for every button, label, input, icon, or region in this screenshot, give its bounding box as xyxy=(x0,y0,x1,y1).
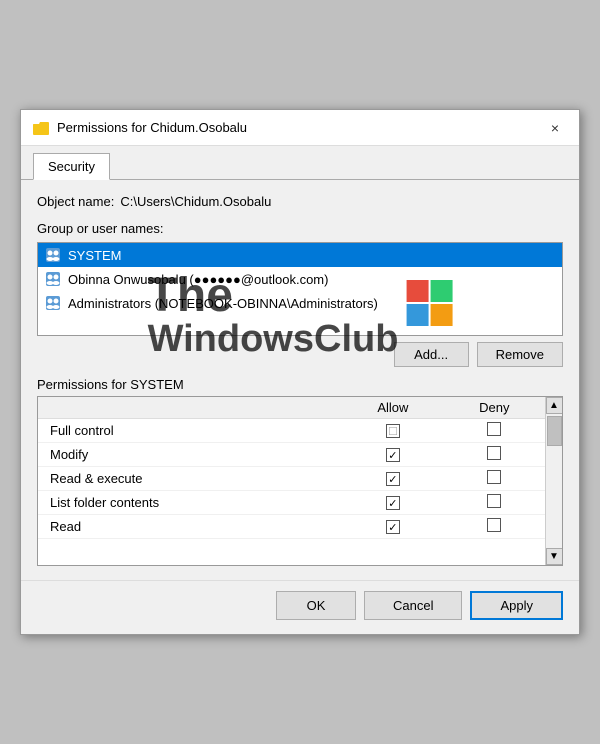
allow-cell[interactable] xyxy=(342,491,443,515)
user-list-buttons: Add... Remove xyxy=(37,342,563,367)
dialog-footer: OK Cancel Apply xyxy=(21,580,579,634)
permissions-section: Permissions for SYSTEM Allow Deny xyxy=(37,377,563,566)
deny-checkbox[interactable] xyxy=(487,446,501,460)
system-user-icon xyxy=(44,246,62,264)
deny-checkbox[interactable] xyxy=(487,494,501,508)
apply-button[interactable]: Apply xyxy=(470,591,563,620)
permissions-table: Allow Deny Full control xyxy=(38,397,545,539)
folder-icon xyxy=(33,120,49,136)
list-item[interactable]: Obinna Onwusobalu (●●●●●●@outlook.com) xyxy=(38,267,562,291)
permissions-table-inner: Allow Deny Full control xyxy=(38,397,545,565)
perm-name: List folder contents xyxy=(38,491,342,515)
deny-checkbox[interactable] xyxy=(487,470,501,484)
scroll-thumb[interactable] xyxy=(547,416,562,446)
add-button[interactable]: Add... xyxy=(394,342,469,367)
allow-cell[interactable] xyxy=(342,515,443,539)
perm-name: Read xyxy=(38,515,342,539)
tab-bar: Security xyxy=(21,146,579,180)
cancel-button[interactable]: Cancel xyxy=(364,591,462,620)
scroll-down-arrow[interactable]: ▼ xyxy=(546,548,563,565)
tab-security[interactable]: Security xyxy=(33,153,110,180)
scrollbar[interactable]: ▲ ▼ xyxy=(545,397,562,565)
table-row: Read xyxy=(38,515,545,539)
remove-button[interactable]: Remove xyxy=(477,342,563,367)
deny-checkbox[interactable] xyxy=(487,422,501,436)
perm-name: Read & execute xyxy=(38,467,342,491)
table-row: Read & execute xyxy=(38,467,545,491)
title-bar-left: Permissions for Chidum.Osobalu xyxy=(33,120,247,136)
title-bar: Permissions for Chidum.Osobalu × xyxy=(21,110,579,146)
permissions-dialog: Permissions for Chidum.Osobalu × Securit… xyxy=(20,109,580,635)
admin-user-icon xyxy=(44,294,62,312)
perm-name: Full control xyxy=(38,419,342,443)
allow-cell[interactable] xyxy=(342,419,443,443)
deny-checkbox[interactable] xyxy=(487,518,501,532)
deny-cell[interactable] xyxy=(444,419,545,443)
table-row: Modify xyxy=(38,443,545,467)
col-permission xyxy=(38,397,342,419)
perm-name: Modify xyxy=(38,443,342,467)
user-icon xyxy=(44,270,62,288)
object-name-row: Object name: C:\Users\Chidum.Osobalu xyxy=(37,194,563,209)
col-allow: Allow xyxy=(342,397,443,419)
deny-cell[interactable] xyxy=(444,467,545,491)
allow-cell[interactable] xyxy=(342,443,443,467)
user-list-container: SYSTEM Obinna Onwusobalu (●●●●●●@outlook… xyxy=(37,242,563,336)
close-button[interactable]: × xyxy=(543,116,567,140)
allow-checkbox[interactable] xyxy=(386,520,400,534)
list-item[interactable]: Administrators (NOTEBOOK-OBINNA\Administ… xyxy=(38,291,562,315)
permissions-table-container: Allow Deny Full control xyxy=(37,396,563,566)
object-name-value: C:\Users\Chidum.Osobalu xyxy=(120,194,271,209)
deny-cell[interactable] xyxy=(444,515,545,539)
dialog-body: Object name: C:\Users\Chidum.Osobalu Gro… xyxy=(21,180,579,580)
user-name: Administrators (NOTEBOOK-OBINNA\Administ… xyxy=(68,296,378,311)
list-item[interactable]: SYSTEM xyxy=(38,243,562,267)
table-row: List folder contents xyxy=(38,491,545,515)
permissions-header: Permissions for SYSTEM xyxy=(37,377,563,392)
deny-cell[interactable] xyxy=(444,491,545,515)
user-list[interactable]: SYSTEM Obinna Onwusobalu (●●●●●●@outlook… xyxy=(37,242,563,336)
group-section-label: Group or user names: xyxy=(37,221,563,236)
user-name: SYSTEM xyxy=(68,248,121,263)
allow-checkbox[interactable] xyxy=(386,448,400,462)
object-name-label: Object name: xyxy=(37,194,114,209)
allow-checkbox-indeterminate[interactable] xyxy=(386,424,400,438)
table-row: Full control xyxy=(38,419,545,443)
allow-cell[interactable] xyxy=(342,467,443,491)
user-name: Obinna Onwusobalu (●●●●●●@outlook.com) xyxy=(68,272,328,287)
table-header-row: Allow Deny xyxy=(38,397,545,419)
allow-checkbox[interactable] xyxy=(386,472,400,486)
col-deny: Deny xyxy=(444,397,545,419)
ok-button[interactable]: OK xyxy=(276,591,356,620)
dialog-title: Permissions for Chidum.Osobalu xyxy=(57,120,247,135)
scroll-up-arrow[interactable]: ▲ xyxy=(546,397,563,414)
deny-cell[interactable] xyxy=(444,443,545,467)
allow-checkbox[interactable] xyxy=(386,496,400,510)
